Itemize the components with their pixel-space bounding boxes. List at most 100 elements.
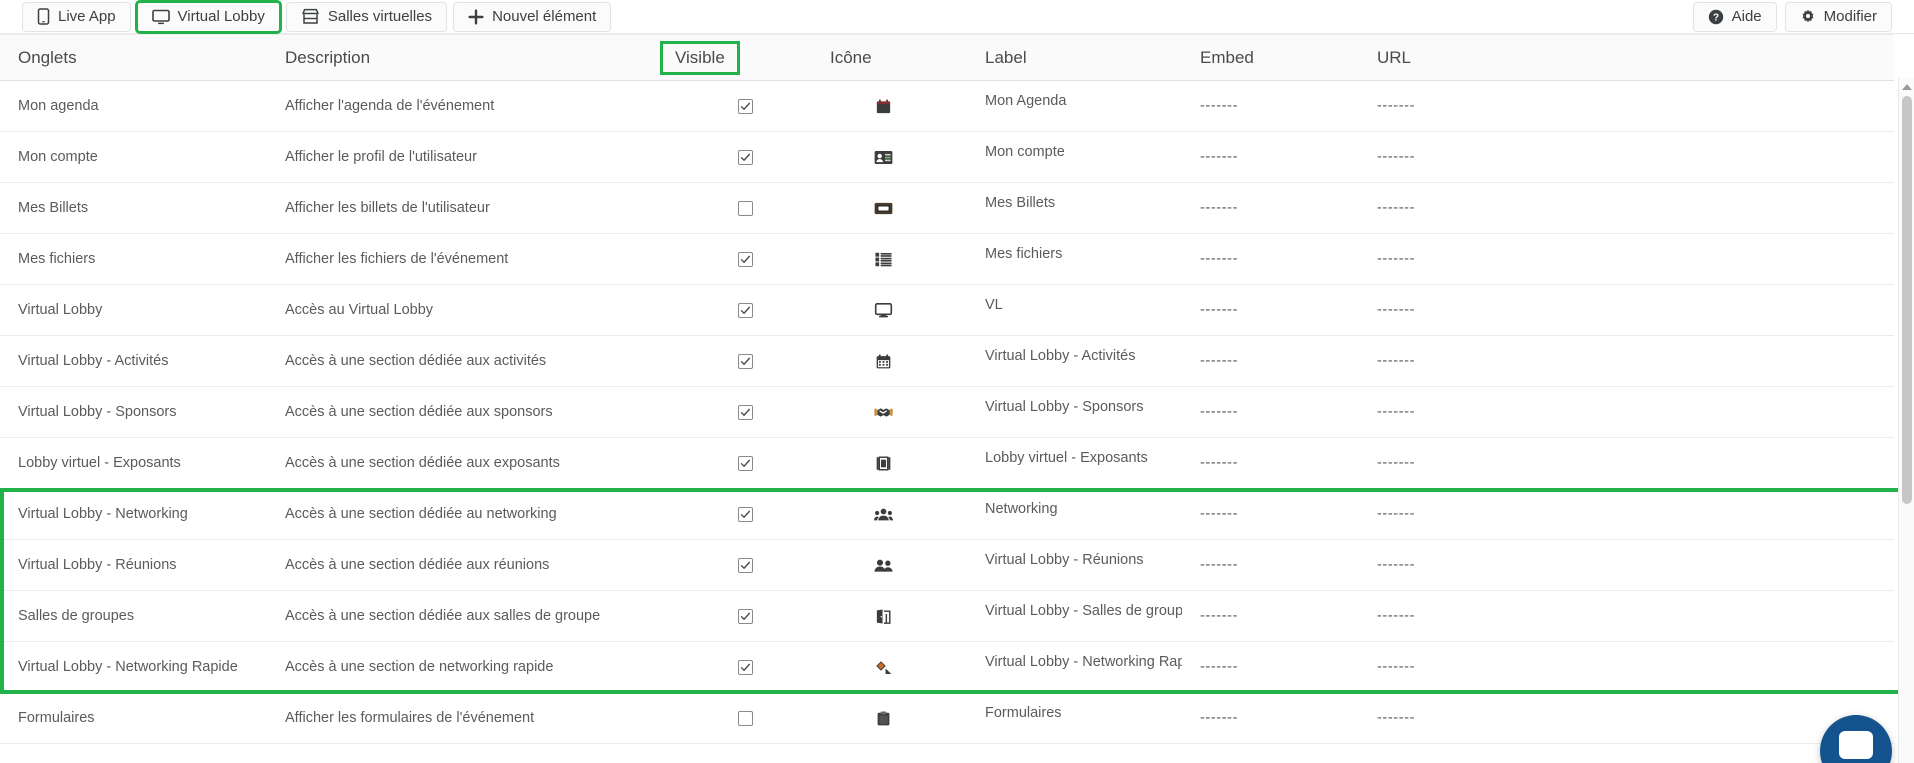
- chat-bubble-icon: [1839, 731, 1873, 759]
- tab-salles-virtuelles[interactable]: Salles virtuelles: [285, 1, 448, 32]
- url-placeholder: -------: [1377, 659, 1416, 675]
- clipboard-icon: [874, 710, 893, 727]
- cell-onglets: Mon compte: [0, 131, 267, 183]
- cell-visible: [657, 641, 812, 693]
- table-row[interactable]: Salles de groupes Accès à une section déd…: [0, 590, 1894, 642]
- table-row[interactable]: Mon compte Afficher le profil de l'utilis…: [0, 131, 1894, 183]
- visible-checkbox[interactable]: [738, 455, 753, 471]
- tab-nouvel-element[interactable]: Nouvel élément: [453, 1, 612, 32]
- visible-checkbox[interactable]: [738, 557, 753, 573]
- visible-checkbox[interactable]: [738, 710, 753, 726]
- cell-icone: [812, 233, 967, 285]
- cell-visible: [657, 233, 812, 285]
- scrollbar-thumb[interactable]: [1902, 96, 1912, 504]
- help-button[interactable]: ? Aide: [1692, 1, 1777, 32]
- table-row[interactable]: Virtual Lobby - Sponsors Accès à une sect…: [0, 386, 1894, 438]
- visible-checkbox[interactable]: [738, 404, 753, 420]
- table-row[interactable]: Formulaires Afficher les formulaires de l…: [0, 692, 1894, 744]
- cell-label: Formulaires: [967, 692, 1182, 744]
- label-text: Lobby virtuel - Exposants: [985, 450, 1148, 466]
- label-text: VL: [985, 297, 1003, 313]
- cell-icone: [812, 182, 967, 234]
- cell-visible: [657, 182, 812, 234]
- label-text: Virtual Lobby - Networking Rapide...: [985, 654, 1182, 670]
- cell-icone: [812, 488, 967, 540]
- cell-description: Accès à une section dédiée au networking: [267, 488, 657, 540]
- visible-checkbox[interactable]: [738, 251, 753, 267]
- visible-checkbox[interactable]: [738, 302, 753, 318]
- tab-virtual-lobby[interactable]: Virtual Lobby: [134, 0, 282, 34]
- visible-checkbox[interactable]: [738, 98, 753, 114]
- column-header-label[interactable]: Label: [967, 34, 1182, 81]
- cell-description: Afficher le profil de l'utilisateur: [267, 131, 657, 183]
- visible-checkbox[interactable]: [738, 506, 753, 522]
- cell-icone: [812, 590, 967, 642]
- vertical-scrollbar[interactable]: [1898, 78, 1914, 763]
- cell-visible: [657, 692, 812, 744]
- monitor-icon: [151, 9, 170, 25]
- cell-label: Mes Billets: [967, 182, 1182, 234]
- cell-embed: -------: [1182, 488, 1359, 540]
- cell-visible: [657, 335, 812, 387]
- edit-button[interactable]: Modifier: [1784, 1, 1892, 32]
- visible-checkbox[interactable]: [738, 659, 753, 675]
- table-row[interactable]: Mes Billets Afficher les billets de l'uti…: [0, 182, 1894, 234]
- url-placeholder: -------: [1377, 506, 1416, 522]
- url-placeholder: -------: [1377, 149, 1416, 165]
- table-row[interactable]: Mes fichiers Afficher les fichiers de l'é…: [0, 233, 1894, 285]
- tab-live-app[interactable]: Live App: [22, 1, 131, 32]
- visible-checkbox[interactable]: [738, 353, 753, 369]
- column-header-url[interactable]: URL: [1359, 34, 1894, 81]
- tab-live-app-label: Live App: [58, 8, 116, 25]
- column-header-visible[interactable]: Visible: [657, 34, 812, 81]
- cell-visible: [657, 488, 812, 540]
- url-placeholder: -------: [1377, 98, 1416, 114]
- column-header-description[interactable]: Description: [267, 34, 657, 81]
- shuffle-icon: [874, 659, 893, 676]
- cell-onglets: Virtual Lobby - Sponsors: [0, 386, 267, 438]
- table-row[interactable]: Virtual Lobby - Réunions Accès à une sect…: [0, 539, 1894, 591]
- cell-embed: -------: [1182, 539, 1359, 591]
- embed-placeholder: -------: [1200, 608, 1239, 624]
- tab-salles-virtuelles-label: Salles virtuelles: [327, 8, 433, 25]
- table-row[interactable]: Virtual Lobby - Networking Accès à une se…: [0, 488, 1894, 540]
- column-header-icone[interactable]: Icône: [812, 34, 967, 81]
- cell-url: -------: [1359, 131, 1894, 183]
- table-row[interactable]: Mon agenda Afficher l'agenda de l'événeme…: [0, 80, 1894, 132]
- table-row[interactable]: Virtual Lobby - Networking Rapide Accès à…: [0, 641, 1894, 693]
- cell-onglets: Mon agenda: [0, 80, 267, 132]
- cell-icone: [812, 539, 967, 591]
- cell-visible: [657, 284, 812, 336]
- column-header-embed[interactable]: Embed: [1182, 34, 1359, 81]
- table-row[interactable]: Lobby virtuel - Exposants Accès à une sec…: [0, 437, 1894, 489]
- embed-placeholder: -------: [1200, 200, 1239, 216]
- edit-button-label: Modifier: [1823, 8, 1877, 25]
- url-placeholder: -------: [1377, 200, 1416, 216]
- table-row[interactable]: Virtual Lobby - Activités Accès à une sec…: [0, 335, 1894, 387]
- cell-icone: [812, 335, 967, 387]
- table-row[interactable]: Virtual Lobby Accès au Virtual Lobby VL ---…: [0, 284, 1894, 336]
- url-placeholder: -------: [1377, 353, 1416, 369]
- cell-url: -------: [1359, 641, 1894, 693]
- cell-description: Afficher les billets de l'utilisateur: [267, 182, 657, 234]
- tab-group: Live App Virtual Lobby Salles virtuelles…: [22, 0, 613, 34]
- plus-icon: [468, 8, 484, 25]
- cell-description: Afficher l'agenda de l'événement: [267, 80, 657, 132]
- store-icon: [301, 8, 320, 25]
- cell-embed: -------: [1182, 233, 1359, 285]
- embed-placeholder: -------: [1200, 710, 1239, 726]
- cell-description: Accès à une section dédiée aux réunions: [267, 539, 657, 591]
- cell-label: Virtual Lobby - Salles de groupes...: [967, 590, 1182, 642]
- ticket-icon: [874, 200, 893, 217]
- visible-checkbox[interactable]: [738, 608, 753, 624]
- embed-placeholder: -------: [1200, 353, 1239, 369]
- column-header-onglets[interactable]: Onglets: [0, 34, 267, 81]
- cell-url: -------: [1359, 335, 1894, 387]
- visible-checkbox[interactable]: [738, 200, 753, 216]
- label-text: Mon Agenda: [985, 93, 1067, 109]
- scroll-up-arrow[interactable]: [1899, 78, 1914, 95]
- monitor-icon: [874, 302, 893, 319]
- cell-description: Afficher les fichiers de l'événement: [267, 233, 657, 285]
- visible-checkbox[interactable]: [738, 149, 753, 165]
- cell-embed: -------: [1182, 80, 1359, 132]
